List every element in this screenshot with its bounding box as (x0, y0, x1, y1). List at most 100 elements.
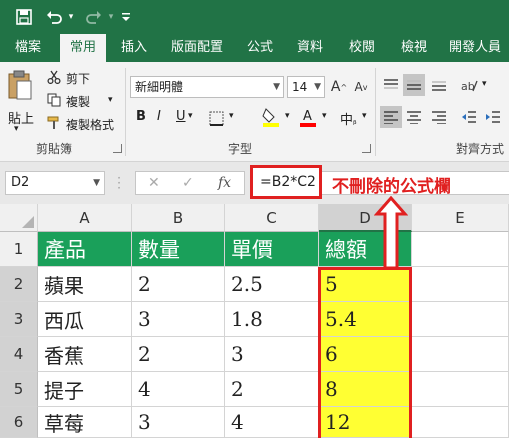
copy-button[interactable]: 複製 (66, 93, 90, 110)
phonetic-icon[interactable]: 中ᵦ (340, 109, 357, 128)
cell-c1[interactable]: 單價 (225, 232, 319, 267)
cell-e4[interactable] (412, 337, 509, 372)
align-middle-icon[interactable] (403, 74, 425, 96)
font-color-icon[interactable]: A (297, 106, 319, 128)
copy-dropdown-icon[interactable]: ▾ (108, 95, 113, 105)
tab-view[interactable]: 檢視 (394, 34, 434, 62)
grip-icon[interactable]: · · · (113, 172, 125, 194)
cell-b5[interactable]: 4 (132, 372, 225, 407)
font-launcher-icon[interactable] (362, 144, 371, 153)
font-color-dropdown-icon[interactable]: ▾ (322, 111, 327, 121)
paste-button[interactable]: 貼上 (8, 108, 34, 127)
chevron-down-icon: ▼ (93, 178, 100, 188)
cut-icon[interactable] (46, 69, 62, 85)
cut-button[interactable]: 剪下 (66, 70, 90, 87)
cell-b3[interactable]: 3 (132, 302, 225, 337)
cell-c2[interactable]: 2.5 (225, 267, 319, 302)
more-icon[interactable] (120, 7, 132, 27)
name-box[interactable]: D2 ▼ (5, 171, 105, 195)
tab-review[interactable]: 校閱 (342, 34, 382, 62)
align-right-icon[interactable] (428, 106, 450, 128)
cell-b2[interactable]: 2 (132, 267, 225, 302)
formula-buttons: ✕ ✓ fx (135, 171, 245, 195)
cell-b4[interactable]: 2 (132, 337, 225, 372)
clipboard-group-label: 剪貼簿 (36, 142, 73, 156)
ribbon-separator (125, 68, 126, 156)
column-header-e[interactable]: E (412, 204, 509, 232)
clipboard-launcher-icon[interactable] (113, 144, 122, 153)
fill-color-icon[interactable] (260, 106, 282, 128)
phonetic-dropdown-icon[interactable]: ▾ (362, 111, 367, 121)
align-left-icon[interactable] (380, 106, 402, 128)
fill-color-dropdown-icon[interactable]: ▾ (285, 111, 290, 121)
underline-dropdown-icon[interactable]: ▾ (188, 111, 193, 121)
underline-button[interactable]: U (176, 109, 186, 124)
redo-icon[interactable] (84, 7, 104, 27)
cell-b1[interactable]: 數量 (132, 232, 225, 267)
text-direction-dropdown-icon[interactable]: ▾ (482, 79, 487, 89)
paste-dropdown-icon[interactable]: ▾ (14, 124, 19, 134)
tab-page-layout[interactable]: 版面配置 (166, 34, 228, 62)
enter-icon[interactable]: ✓ (182, 172, 194, 194)
row-header-6[interactable]: 6 (0, 407, 38, 438)
cell-e6[interactable] (412, 407, 509, 438)
cell-a4[interactable]: 香蕉 (38, 337, 132, 372)
cell-a6[interactable]: 草莓 (38, 407, 132, 438)
tab-data[interactable]: 資料 (290, 34, 330, 62)
copy-icon[interactable] (46, 92, 62, 108)
increase-indent-icon[interactable] (482, 106, 504, 128)
cell-c5[interactable]: 2 (225, 372, 319, 407)
column-header-b[interactable]: B (132, 204, 225, 232)
align-center-icon[interactable] (403, 106, 425, 128)
cell-b6[interactable]: 3 (132, 407, 225, 438)
align-top-icon[interactable] (380, 74, 402, 96)
tab-home[interactable]: 常用 (60, 34, 106, 62)
redo-dropdown-icon[interactable]: ▾ (106, 7, 116, 27)
cell-a1[interactable]: 產品 (38, 232, 132, 267)
insert-function-icon[interactable]: fx (218, 172, 231, 194)
undo-icon[interactable] (44, 7, 64, 27)
alignment-group-label: 對齊方式 (456, 142, 505, 156)
format-painter-button[interactable]: 複製格式 (66, 116, 114, 133)
format-painter-icon[interactable] (46, 115, 62, 131)
save-icon[interactable] (14, 7, 34, 27)
decrease-indent-icon[interactable] (458, 106, 480, 128)
cancel-icon[interactable]: ✕ (148, 172, 160, 194)
borders-icon[interactable] (205, 108, 227, 128)
cell-e5[interactable] (412, 372, 509, 407)
cell-e2[interactable] (412, 267, 509, 302)
tab-file[interactable]: 檔案 (8, 34, 48, 62)
row-header-5[interactable]: 5 (0, 372, 38, 407)
cell-c4[interactable]: 3 (225, 337, 319, 372)
paste-icon[interactable] (6, 68, 34, 102)
row-header-4[interactable]: 4 (0, 337, 38, 372)
decrease-font-icon[interactable]: Av (352, 77, 370, 97)
row-header-2[interactable]: 2 (0, 267, 38, 302)
align-bottom-icon[interactable] (428, 74, 450, 96)
font-name-select[interactable]: 新細明體 ▼ (130, 76, 284, 98)
font-size-select[interactable]: 14 ▼ (287, 76, 325, 98)
cell-c3[interactable]: 1.8 (225, 302, 319, 337)
column-header-c[interactable]: C (225, 204, 319, 232)
cell-c6[interactable]: 4 (225, 407, 319, 438)
cell-a2[interactable]: 蘋果 (38, 267, 132, 302)
text-direction-icon[interactable]: ab (458, 74, 480, 96)
chevron-down-icon: ▼ (314, 82, 321, 92)
cell-e1[interactable] (412, 232, 509, 267)
undo-dropdown-icon[interactable]: ▾ (66, 7, 76, 27)
select-all-corner[interactable] (0, 204, 38, 232)
cell-a3[interactable]: 西瓜 (38, 302, 132, 337)
increase-font-icon[interactable]: A ^ (330, 77, 348, 97)
borders-dropdown-icon[interactable]: ▾ (229, 111, 234, 121)
row-header-3[interactable]: 3 (0, 302, 38, 337)
italic-button[interactable]: I (157, 109, 161, 124)
formula-value[interactable]: =B2*C2 (250, 165, 322, 199)
row-header-1[interactable]: 1 (0, 232, 38, 267)
cell-a5[interactable]: 提子 (38, 372, 132, 407)
cell-e3[interactable] (412, 302, 509, 337)
tab-insert[interactable]: 插入 (114, 34, 154, 62)
tab-formulas[interactable]: 公式 (240, 34, 280, 62)
column-header-a[interactable]: A (38, 204, 132, 232)
tab-developer[interactable]: 開發人員 (445, 34, 505, 62)
bold-button[interactable]: B (136, 109, 146, 124)
